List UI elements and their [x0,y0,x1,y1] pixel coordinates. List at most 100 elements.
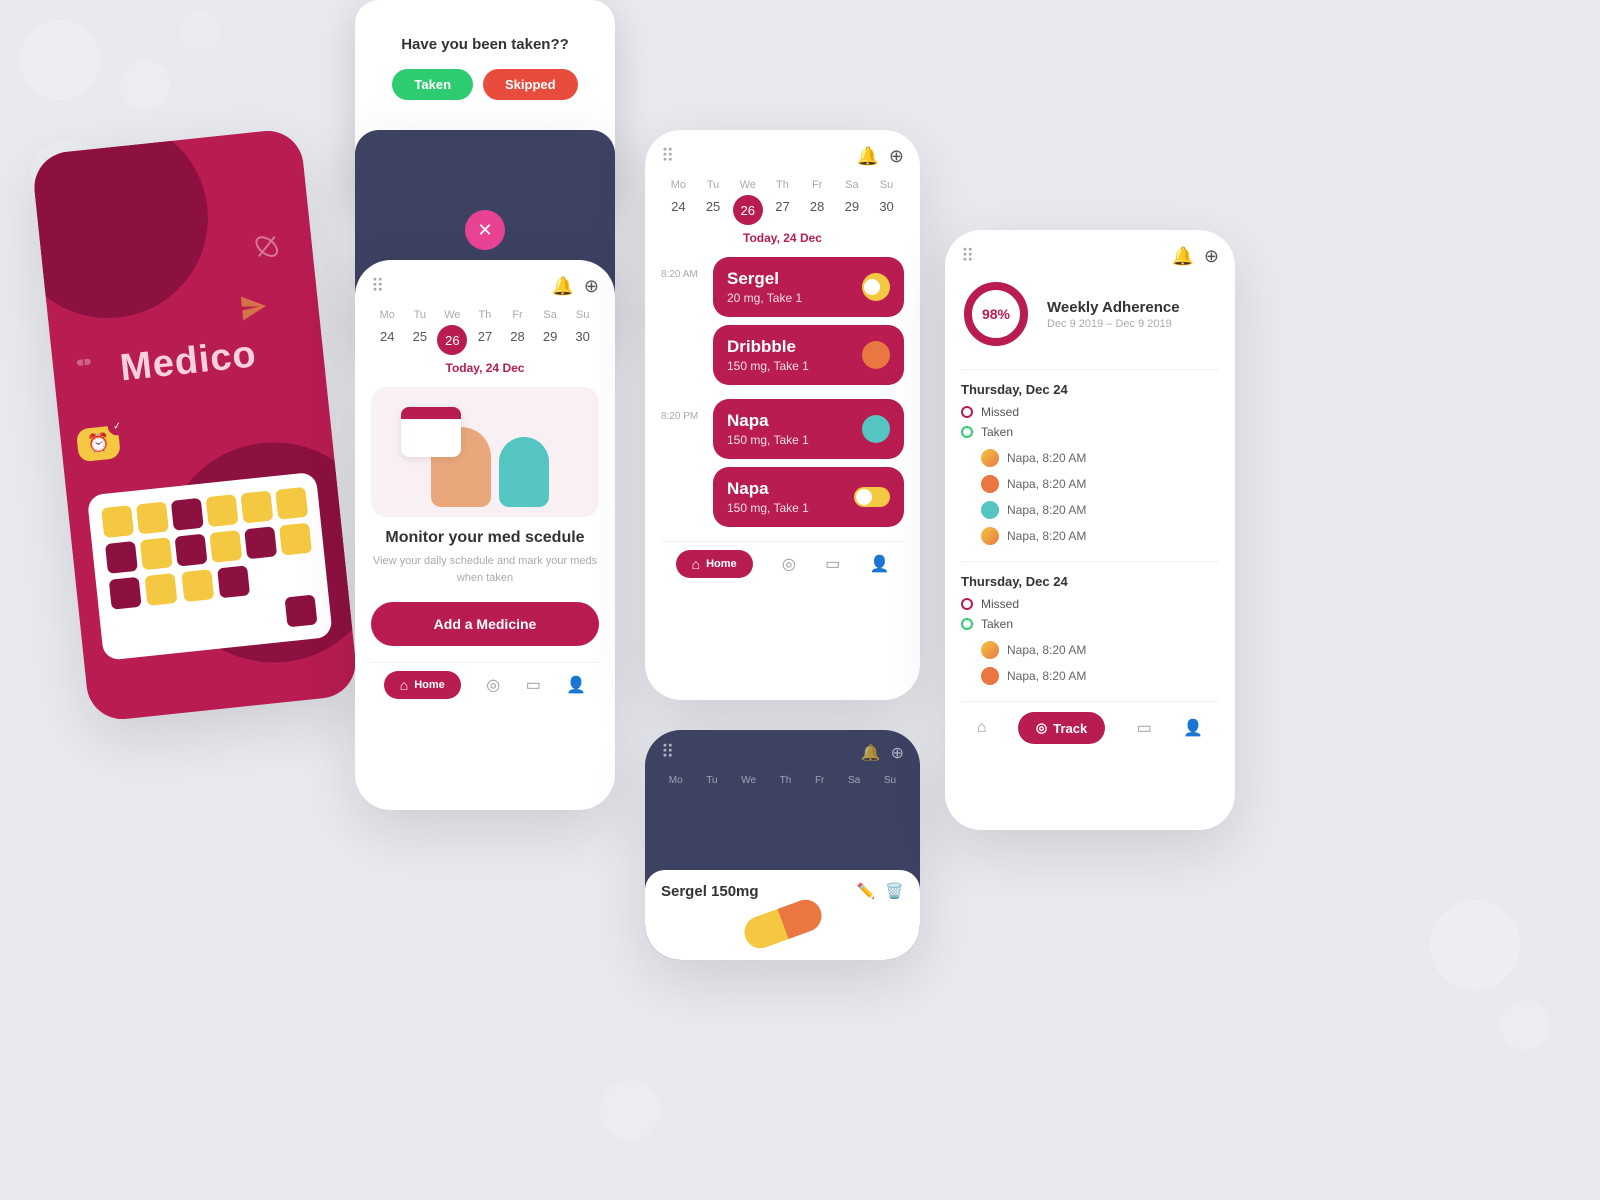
bell-icon[interactable]: 🔔 [1171,246,1193,267]
med-entry-1: Napa, 8:20 AM [961,445,1219,471]
med-toggle-napa1[interactable] [862,415,890,443]
sergel-panel-title: Sergel 150mg [661,883,759,900]
med-sergel[interactable]: Sergel 20 mg, Take 1 [713,257,904,317]
day-sa: Sa [837,179,867,191]
add-medicine-button[interactable]: Add a Medicine [371,602,599,646]
nav-card[interactable]: ▭ [526,675,541,695]
clock-badge: ✓ ⏰ [76,425,122,462]
menu-icon[interactable]: ⠿ [661,146,676,167]
date-30[interactable]: 30 [568,325,598,355]
add-icon[interactable]: ⊕ [891,743,904,763]
pill-shape [739,895,825,952]
nav-user[interactable]: 👤 [869,554,889,574]
date-28[interactable]: 28 [503,325,533,355]
cal-cell [139,537,172,570]
nav-home[interactable]: ⌂ Home [384,671,461,699]
nav-home[interactable]: ⌂ Home [676,550,753,578]
date-25[interactable]: 25 [405,325,435,355]
section1-date: Thursday, Dec 24 [961,382,1219,397]
bell-icon[interactable]: 🔔 [861,743,881,763]
taken-circle [961,426,973,438]
cal-cell [145,573,178,606]
med-dose-dribbble: 150 mg, Take 1 [727,359,809,373]
home-icon: ⌂ [977,719,987,737]
med-napa-1[interactable]: Napa 150 mg, Take 1 [713,399,904,459]
med-entry-6: Napa, 8:20 AM [961,663,1219,689]
day-fr: Fr [815,775,824,786]
nav-card[interactable]: ▭ [825,554,840,574]
date-29[interactable]: 29 [837,195,867,225]
card-icon: ▭ [526,675,541,695]
add-icon[interactable]: ⊕ [889,146,904,167]
cal-cell-empty [180,603,213,640]
time-label-evening: 8:20 PM [661,399,707,422]
med-toggle-dribbble[interactable] [862,341,890,369]
nav-user[interactable]: 👤 [566,675,586,695]
missed-status-2: Missed [961,597,1219,611]
edit-icon[interactable]: ✏️ [857,882,876,900]
cal-cell [205,494,238,527]
nav-chart[interactable]: ◎ [782,554,796,574]
date-25[interactable]: 25 [698,195,728,225]
med-napa-2[interactable]: Napa 150 mg, Take 1 [713,467,904,527]
menu-icon[interactable]: ⠿ [371,276,386,297]
donut-chart: 98% [961,279,1031,349]
nav-chart[interactable]: ◎ [486,675,500,695]
date-28[interactable]: 28 [802,195,832,225]
home-icon: ⌂ [692,556,700,572]
skipped-button[interactable]: Skipped [483,69,578,100]
toggle-napa2[interactable] [854,487,890,507]
menu-icon[interactable]: ⠿ [661,742,674,763]
card-icon: ▭ [1137,718,1152,738]
cal-cell-empty [251,560,284,597]
deco-circle [600,1080,660,1140]
med-dribbble[interactable]: Dribbble 150 mg, Take 1 [713,325,904,385]
med-entry-text-2: Napa, 8:20 AM [1007,477,1086,491]
date-27[interactable]: 27 [470,325,500,355]
cal-cell [174,534,207,567]
sergel-top-right: 🔔 ⊕ [861,743,904,763]
med-dot-5 [981,641,999,659]
day-th: Th [780,775,792,786]
pill-icon [250,230,283,268]
date-24[interactable]: 24 [663,195,693,225]
track-button[interactable]: ◎ Track [1018,712,1105,744]
home-label: Home [706,558,737,570]
cal-cell [278,523,311,556]
close-button[interactable]: ✕ [465,210,505,250]
cal-cell-empty [248,596,281,633]
med-dose-napa2: 150 mg, Take 1 [727,501,809,515]
med-entry-text-3: Napa, 8:20 AM [1007,503,1086,517]
day-tu: Tu [698,179,728,191]
taken-button[interactable]: Taken [392,69,473,100]
date-26-active[interactable]: 26 [733,195,763,225]
add-icon[interactable]: ⊕ [1204,246,1219,267]
meds-top-bar: ⠿ 🔔 ⊕ [661,146,904,167]
add-icon[interactable]: ⊕ [584,276,599,297]
adherence-percent: 98% [961,279,1031,349]
date-27[interactable]: 27 [767,195,797,225]
date-30[interactable]: 30 [872,195,902,225]
med-name-dribbble: Dribbble [727,337,809,357]
med-toggle-sergel[interactable] [862,273,890,301]
cal-cell [209,530,242,563]
bottom-nav: ⌂ Home ◎ ▭ 👤 [371,662,599,699]
cal-cell [109,577,142,610]
nav-user[interactable]: 👤 [1183,718,1203,738]
nav-home[interactable]: ⌂ [977,719,987,737]
date-29[interactable]: 29 [535,325,565,355]
med-row: Dribbble 150 mg, Take 1 [727,337,890,373]
deco-circle [120,60,170,110]
divider [961,369,1219,370]
date-24[interactable]: 24 [372,325,402,355]
date-26-active[interactable]: 26 [437,325,467,355]
bell-icon[interactable]: 🔔 [551,276,573,297]
user-icon: 👤 [1183,718,1203,738]
calendar-illus [401,407,461,457]
menu-icon[interactable]: ⠿ [961,246,976,267]
bell-icon[interactable]: 🔔 [856,146,878,167]
cal-cell [217,565,250,598]
trash-icon[interactable]: 🗑️ [885,882,904,900]
nav-card[interactable]: ▭ [1137,718,1152,738]
week-labels: Mo Tu We Th Fr Sa Su [661,179,904,191]
